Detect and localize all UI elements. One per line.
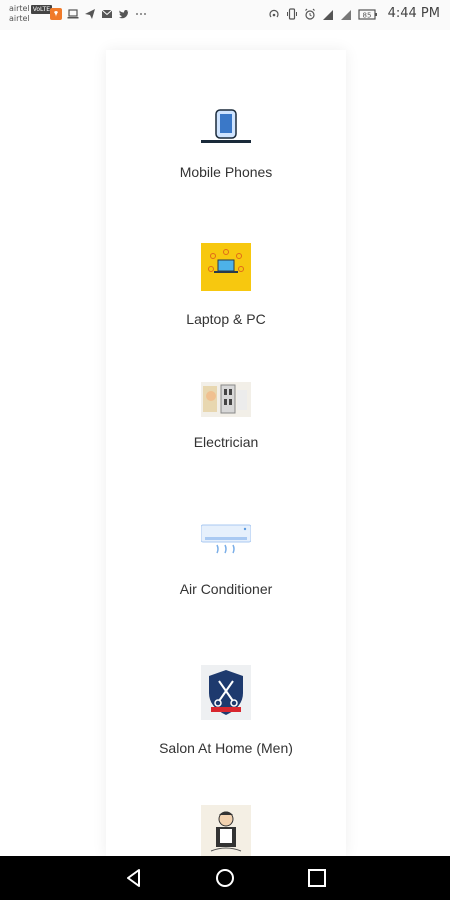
category-label: Laptop & PC (186, 311, 266, 327)
vibrate-icon (286, 7, 297, 20)
mobile-phone-icon (201, 106, 251, 144)
more-dots-icon (135, 7, 147, 19)
clock: 4:44 PM (387, 6, 440, 21)
twitter-icon (118, 7, 130, 19)
battery-level: 85 (362, 11, 371, 19)
telegram-icon (84, 7, 96, 19)
handyman-icon (201, 805, 251, 856)
category-laptop-pc[interactable]: Laptop & PC (106, 210, 346, 340)
carrier-2: airtel (9, 14, 30, 23)
signal-icon (322, 9, 333, 20)
home-icon[interactable] (213, 866, 237, 890)
system-status: 85 4:44 PM (268, 6, 440, 21)
volte-badge: VoLTE (30, 5, 52, 14)
category-handyman[interactable] (106, 805, 346, 856)
laptop-icon (201, 243, 251, 291)
battery-icon: 85 (358, 8, 377, 20)
category-electrician[interactable]: Electrician (106, 350, 346, 470)
laptop-icon (67, 7, 79, 19)
category-list: Mobile Phones Laptop & PC Electrician Ai… (106, 50, 346, 856)
electrician-icon (201, 382, 251, 417)
category-mobile-phones[interactable]: Mobile Phones (106, 50, 346, 210)
salon-icon (201, 665, 251, 720)
status-bar: airtel VoLTE airtel 85 4:44 PM (0, 0, 450, 30)
category-air-conditioner[interactable]: Air Conditioner (106, 490, 346, 620)
category-label: Electrician (193, 434, 259, 450)
navigation-bar (0, 856, 450, 900)
swiggy-icon (50, 7, 62, 20)
carrier-1: airtel (9, 4, 30, 13)
mail-icon (101, 7, 113, 19)
air-conditioner-icon (200, 523, 252, 563)
back-icon[interactable] (122, 866, 146, 890)
hotspot-icon (269, 9, 279, 17)
category-label: Air Conditioner (179, 581, 273, 597)
carrier-info: airtel VoLTE airtel (9, 4, 52, 23)
category-salon-at-home-men[interactable]: Salon At Home (Men) (106, 650, 346, 790)
notification-icons (50, 7, 147, 20)
category-label: Salon At Home (Men) (159, 740, 293, 756)
category-label: Mobile Phones (179, 164, 273, 180)
recents-icon[interactable] (305, 866, 329, 890)
alarm-icon (304, 8, 315, 20)
signal-icon (340, 9, 351, 20)
